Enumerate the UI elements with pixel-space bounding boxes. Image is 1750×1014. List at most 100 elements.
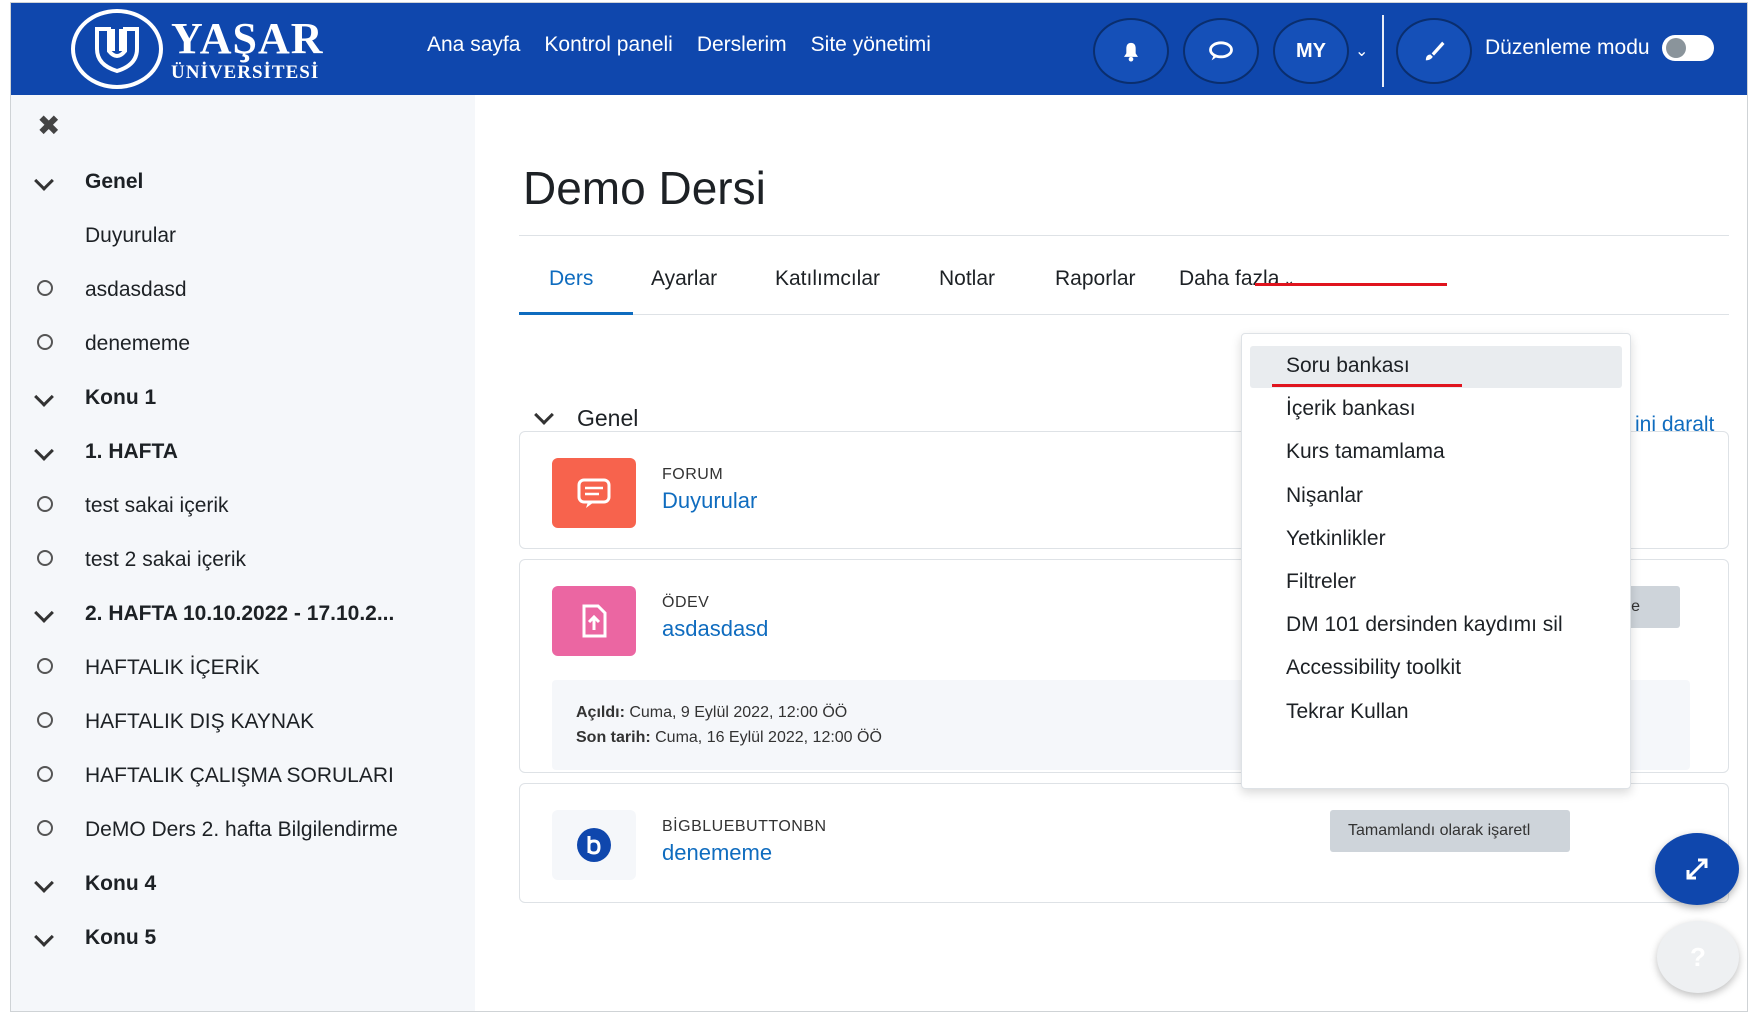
nav-dashboard[interactable]: Kontrol paneli [544, 33, 672, 57]
drawer-section[interactable]: Konu 4 [33, 857, 463, 911]
section-title: Genel [577, 405, 639, 431]
drawer-activity[interactable]: HAFTALIK İÇERİK [33, 641, 463, 695]
drawer-activity[interactable]: Duyurular [33, 209, 463, 263]
chevron-down-icon [33, 926, 63, 949]
primary-nav: Ana sayfa Kontrol paneli Derslerim Site … [427, 33, 931, 57]
drawer-activity[interactable]: test sakai içerik [33, 479, 463, 533]
drawer-item-label: Genel [85, 170, 144, 193]
drawer-item-label: HAFTALIK İÇERİK [85, 656, 260, 679]
drawer-item-label: Duyurular [85, 224, 177, 247]
nav-site-admin[interactable]: Site yönetimi [811, 33, 931, 57]
logo-emblem-icon [71, 9, 163, 89]
chevron-down-icon [33, 440, 63, 463]
close-drawer-icon[interactable]: ✖ [37, 109, 60, 142]
drawer-item-label: Konu 5 [85, 926, 157, 949]
user-menu-avatar[interactable]: MY [1273, 18, 1349, 84]
brush-icon [1426, 41, 1445, 61]
dropdown-item[interactable]: Nişanlar [1286, 484, 1363, 508]
logo-subtitle: ÜNİVERSİTESİ [171, 61, 320, 83]
course-tabs: Ders Ayarlar Katılımcılar Notlar Raporla… [519, 255, 1729, 315]
university-logo[interactable]: YAŞAR ÜNİVERSİTESİ [71, 9, 324, 89]
drawer-item-label: HAFTALIK ÇALIŞMA SORULARI [85, 764, 394, 787]
notifications-button[interactable] [1093, 18, 1169, 84]
section-header[interactable]: Genel [534, 404, 639, 432]
completion-circle-icon [33, 819, 63, 841]
completion-circle-icon [33, 549, 63, 571]
drawer-activity[interactable]: HAFTALIK DIŞ KAYNAK [33, 695, 463, 749]
top-navbar: YAŞAR ÜNİVERSİTESİ Ana sayfa Kontrol pan… [11, 3, 1747, 95]
logo-wordmark: YAŞAR [171, 13, 324, 63]
nav-home[interactable]: Ana sayfa [427, 33, 520, 57]
tab-settings[interactable]: Ayarlar [651, 267, 717, 291]
chevron-down-icon [534, 404, 554, 425]
activity-link[interactable]: asdasdasd [662, 616, 768, 642]
tab-course[interactable]: Ders [549, 267, 593, 291]
annotation-underline [1272, 384, 1462, 387]
drawer-item-label: Konu 1 [85, 386, 157, 409]
drawer-activity[interactable]: asdasdasd [33, 263, 463, 317]
dropdown-item[interactable]: İçerik bankası [1286, 397, 1416, 421]
title-divider [519, 235, 1729, 236]
dropdown-item[interactable]: Yetkinlikler [1286, 527, 1386, 551]
chevron-down-icon: ⌄ [1283, 272, 1296, 288]
drawer-activity[interactable]: DeMO Ders 2. hafta Bilgilendirme [33, 803, 463, 857]
course-index-list: Genel Duyurular asdasdasd denememe Konu 1 1. … [33, 155, 463, 965]
user-menu-chevron-icon[interactable]: ⌄ [1355, 41, 1368, 61]
main-content: Demo Dersi Ders Ayarlar Katılımcılar Not… [475, 95, 1747, 1011]
edit-mode-control: Düzenleme modu [1485, 35, 1714, 61]
drawer-item-label: Konu 4 [85, 872, 157, 895]
expand-icon [1686, 858, 1708, 880]
dropdown-item[interactable]: Kurs tamamlama [1286, 440, 1445, 464]
assignment-upload-icon [582, 604, 607, 638]
completion-circle-icon [33, 765, 63, 787]
drawer-item-label: test sakai içerik [85, 494, 229, 517]
edit-mode-toggle[interactable] [1661, 35, 1714, 61]
course-index-drawer: ✖ Genel Duyurular asdasdasd denememe Konu 1 1… [11, 95, 475, 1011]
activity-link[interactable]: Duyurular [662, 488, 757, 514]
drawer-activity[interactable]: HAFTALIK ÇALIŞMA SORULARI [33, 749, 463, 803]
chat-bubble-icon [1209, 41, 1233, 61]
completion-circle-icon [33, 711, 63, 733]
chevron-down-icon [33, 872, 63, 895]
activity-card-bigbluebutton: BİGBLUEBUTTONBN denememe Tamamlandı olar… [519, 783, 1729, 903]
chevron-down-icon [33, 602, 63, 625]
messages-button[interactable] [1183, 18, 1259, 84]
drawer-section[interactable]: 1. HAFTA [33, 425, 463, 479]
nav-my-courses[interactable]: Derslerim [697, 33, 787, 57]
completion-circle-icon [33, 333, 63, 355]
drawer-section[interactable]: 2. HAFTA 10.10.2022 - 17.10.2... [33, 587, 463, 641]
dropdown-item[interactable]: Filtreler [1286, 570, 1356, 594]
navbar-actions: MY ⌄ [1093, 15, 1486, 87]
chevron-down-icon [33, 386, 63, 409]
drawer-item-label: denememe [85, 332, 191, 355]
theme-button[interactable] [1396, 18, 1473, 84]
tab-more[interactable]: Daha fazla ⌄ [1179, 267, 1295, 291]
completion-circle-icon [33, 495, 63, 517]
mark-done-button[interactable]: Tamamlandı olarak işaretl [1330, 810, 1570, 852]
activity-link[interactable]: denememe [662, 840, 772, 866]
drawer-section[interactable]: Konu 1 [33, 371, 463, 425]
dropdown-item[interactable]: Soru bankası [1286, 354, 1410, 378]
bigbluebutton-icon-tile [552, 810, 636, 880]
tab-participants[interactable]: Katılımcılar [775, 267, 880, 291]
activity-type-label: ÖDEV [662, 594, 710, 611]
drawer-activity[interactable]: test 2 sakai içerik [33, 533, 463, 587]
help-button[interactable]: ? [1657, 921, 1739, 993]
drawer-section[interactable]: Genel [33, 155, 463, 209]
tab-reports[interactable]: Raporlar [1055, 267, 1136, 291]
dropdown-item[interactable]: Tekrar Kullan [1286, 700, 1409, 724]
fullscreen-button[interactable] [1655, 833, 1739, 905]
drawer-item-label: HAFTALIK DIŞ KAYNAK [85, 710, 315, 733]
dropdown-item[interactable]: Accessibility toolkit [1286, 656, 1461, 680]
annotation-underline [1255, 283, 1447, 286]
tab-more-label: Daha fazla [1179, 267, 1280, 290]
dropdown-item[interactable]: DM 101 dersinden kaydımı sil [1286, 613, 1563, 637]
browser-frame: YAŞAR ÜNİVERSİTESİ Ana sayfa Kontrol pan… [10, 2, 1748, 1012]
tab-grades[interactable]: Notlar [939, 267, 995, 291]
bigbluebutton-icon [577, 828, 611, 862]
activity-type-label: FORUM [662, 466, 724, 483]
drawer-item-label: asdasdasd [85, 278, 187, 301]
active-tab-indicator [519, 312, 633, 315]
drawer-activity[interactable]: denememe [33, 317, 463, 371]
drawer-section[interactable]: Konu 5 [33, 911, 463, 965]
